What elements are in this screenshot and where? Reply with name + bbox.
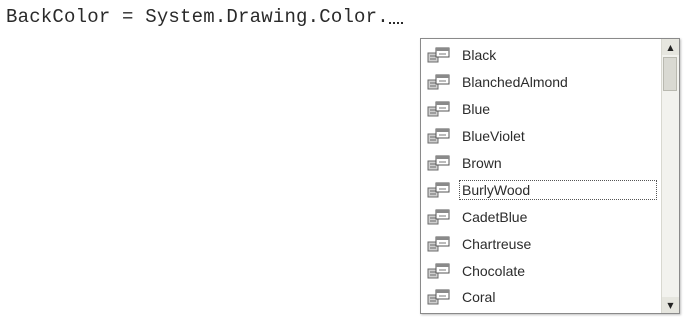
list-item-label: BurlyWood: [459, 179, 657, 200]
property-icon: [427, 288, 451, 306]
property-icon: [427, 262, 451, 280]
property-icon: [427, 181, 451, 199]
intellisense-popup[interactable]: Black BlanchedAlmond Blue BlueViolet Brown Bu…: [420, 38, 680, 314]
caret-icon: [388, 16, 403, 24]
property-icon: [427, 208, 451, 226]
scroll-thumb[interactable]: [663, 57, 677, 91]
property-icon: [427, 100, 451, 118]
property-icon: [427, 127, 451, 145]
scrollbar[interactable]: ▲ ▼: [661, 39, 679, 313]
list-item[interactable]: Chartreuse: [421, 230, 661, 257]
list-item[interactable]: BlanchedAlmond: [421, 69, 661, 96]
arrow-down-icon: ▼: [667, 300, 674, 310]
list-item[interactable]: Coral: [421, 284, 661, 311]
list-item-label: Black: [462, 47, 497, 64]
list-item-label: Chartreuse: [462, 235, 532, 252]
property-icon: [427, 235, 451, 253]
code-text: BackColor = System.Drawing.Color.: [6, 6, 389, 28]
scroll-up-button[interactable]: ▲: [662, 39, 679, 55]
intellisense-list[interactable]: Black BlanchedAlmond Blue BlueViolet Brown Bu…: [421, 39, 661, 313]
scroll-down-button[interactable]: ▼: [662, 297, 679, 313]
arrow-up-icon: ▲: [667, 42, 674, 52]
list-item-label: CadetBlue: [462, 208, 528, 225]
property-icon: [427, 154, 451, 172]
list-item-label: BlanchedAlmond: [462, 74, 568, 91]
code-line[interactable]: BackColor = System.Drawing.Color.: [6, 6, 403, 28]
list-item[interactable]: BurlyWood: [421, 176, 661, 203]
list-item[interactable]: Blue: [421, 96, 661, 123]
list-item[interactable]: Brown: [421, 150, 661, 177]
property-icon: [427, 46, 451, 64]
list-item-label: Brown: [462, 155, 502, 171]
list-item-label: Blue: [462, 101, 491, 118]
property-icon: [427, 73, 451, 91]
list-item[interactable]: Black: [421, 42, 661, 69]
list-item-label: Chocolate: [462, 262, 526, 279]
list-item-label: BlueViolet: [462, 128, 525, 145]
list-item[interactable]: BlueViolet: [421, 123, 661, 150]
list-item[interactable]: Chocolate: [421, 257, 661, 284]
list-item-label: Coral: [462, 289, 496, 306]
list-item[interactable]: CadetBlue: [421, 203, 661, 230]
